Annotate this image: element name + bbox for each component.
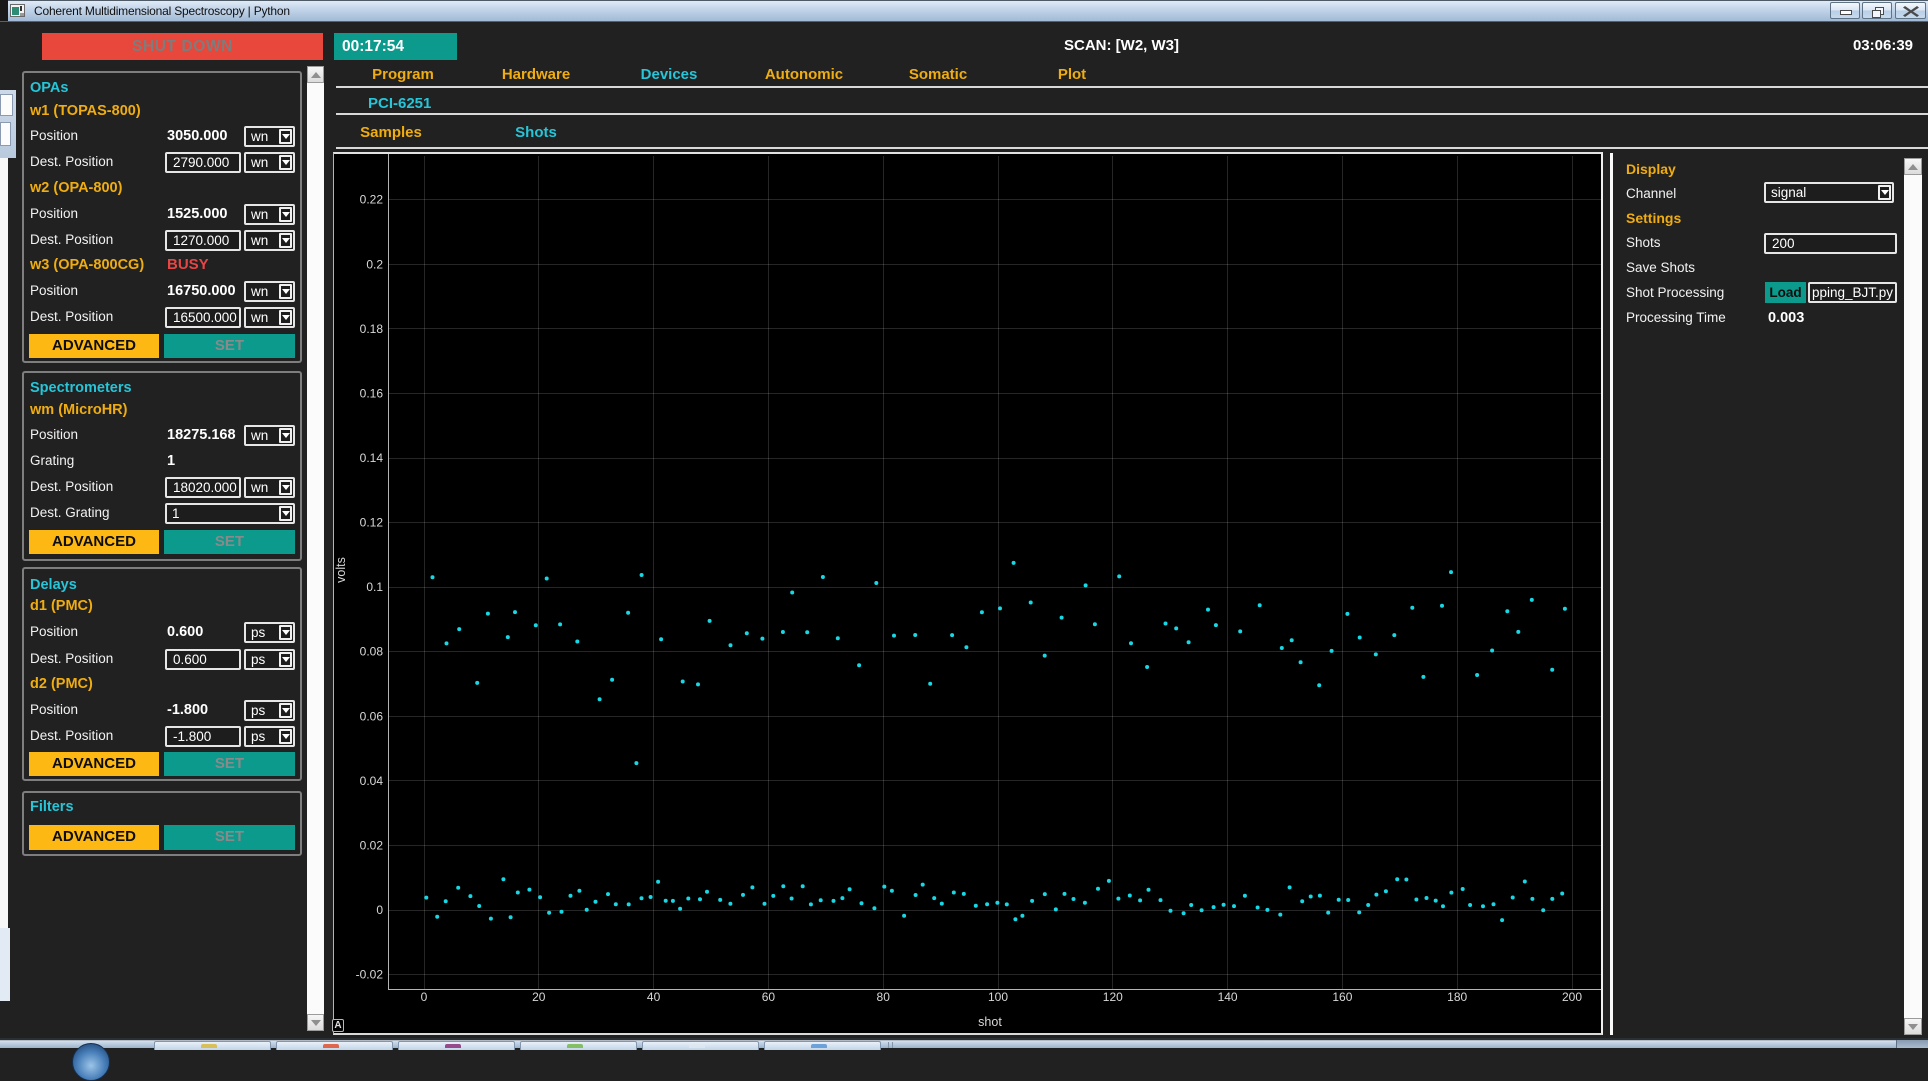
svg-text:40: 40 <box>647 990 661 1004</box>
svg-text:120: 120 <box>1103 990 1123 1004</box>
svg-text:volts: volts <box>334 557 348 583</box>
svg-text:0.02: 0.02 <box>360 838 384 852</box>
svg-text:0.2: 0.2 <box>366 257 383 271</box>
svg-text:0.08: 0.08 <box>360 645 384 659</box>
svg-text:200: 200 <box>1562 990 1582 1004</box>
svg-text:0.06: 0.06 <box>360 709 384 723</box>
svg-text:0.16: 0.16 <box>360 386 384 400</box>
svg-text:100: 100 <box>988 990 1008 1004</box>
svg-text:0.18: 0.18 <box>360 322 384 336</box>
svg-text:20: 20 <box>532 990 546 1004</box>
svg-text:0.12: 0.12 <box>360 516 384 530</box>
svg-text:160: 160 <box>1332 990 1352 1004</box>
svg-text:0.22: 0.22 <box>360 193 384 207</box>
svg-text:shot: shot <box>978 1015 1002 1029</box>
svg-text:180: 180 <box>1447 990 1467 1004</box>
svg-text:0: 0 <box>376 903 383 917</box>
svg-text:0.04: 0.04 <box>360 774 384 788</box>
svg-text:0: 0 <box>421 990 428 1004</box>
svg-text:80: 80 <box>877 990 891 1004</box>
svg-text:0.1: 0.1 <box>366 580 383 594</box>
svg-text:140: 140 <box>1218 990 1238 1004</box>
svg-text:0.14: 0.14 <box>360 451 384 465</box>
svg-text:-0.02: -0.02 <box>356 968 384 982</box>
svg-text:60: 60 <box>762 990 776 1004</box>
